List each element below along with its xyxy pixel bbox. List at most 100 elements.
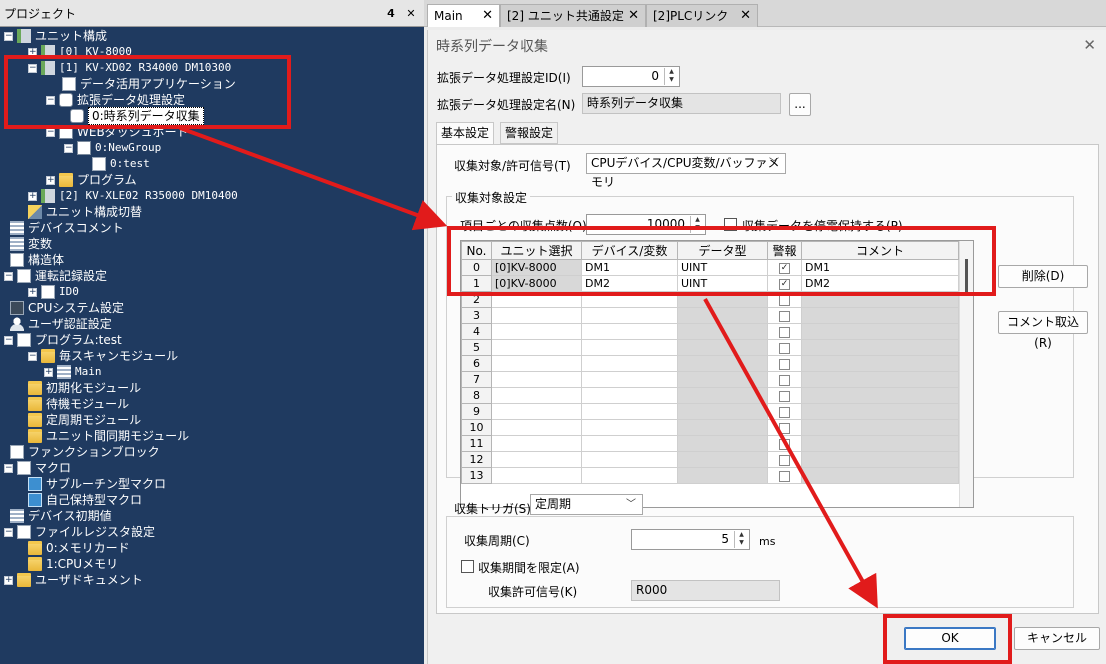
collapse-icon[interactable]: − [64, 143, 73, 153]
alarm-checkbox[interactable] [779, 422, 790, 434]
table-row[interactable]: 5... [461, 339, 973, 356]
alarm-checkbox[interactable] [779, 454, 790, 466]
expand-icon[interactable]: + [28, 191, 37, 201]
cell-comment[interactable] [801, 355, 959, 372]
cell-no[interactable]: 12 [461, 451, 492, 468]
count-input[interactable]: 10000 ▲ ▼ [586, 214, 706, 235]
tree-item[interactable]: 0:時系列データ収集 [70, 107, 204, 125]
table-row[interactable]: 3... [461, 307, 973, 324]
spin-updown-icon[interactable]: ▲ ▼ [664, 68, 678, 85]
cell-device[interactable] [581, 355, 678, 372]
collapse-icon[interactable]: − [4, 527, 13, 537]
cell-comment[interactable] [801, 371, 959, 388]
tree-item[interactable]: − プログラム:test [4, 332, 122, 348]
cell-alarm[interactable] [767, 451, 802, 468]
tree-item[interactable]: サブルーチン型マクロ [28, 476, 166, 492]
cell-type[interactable] [677, 387, 768, 404]
alarm-checkbox[interactable] [779, 406, 790, 418]
cell-comment[interactable] [801, 307, 959, 324]
cell-comment[interactable] [801, 291, 959, 308]
cell-no[interactable]: 10 [461, 419, 492, 436]
ok-button[interactable]: OK [904, 627, 996, 650]
cell-device[interactable] [581, 339, 678, 356]
tree-item[interactable]: ユニット構成切替 [28, 204, 142, 220]
tree-item[interactable]: データ活用アプリケーション [62, 76, 236, 92]
collapse-icon[interactable]: − [28, 63, 37, 73]
cell-type[interactable]: UINT [677, 275, 768, 292]
cell-unit[interactable] [491, 419, 582, 436]
cell-type[interactable] [677, 403, 768, 420]
cell-type[interactable] [677, 371, 768, 388]
cell-comment[interactable]: DM1 [801, 259, 959, 276]
cell-unit[interactable] [491, 307, 582, 324]
collapse-icon[interactable]: − [28, 351, 37, 361]
table-row[interactable]: 11... [461, 435, 973, 452]
tree-item[interactable]: 初期化モジュール [28, 380, 141, 396]
cell-device[interactable] [581, 403, 678, 420]
tree-item[interactable]: − マクロ [4, 460, 71, 476]
scrollbar-thumb[interactable] [965, 259, 968, 293]
table-row[interactable]: 0[0]KV-8000DM1UINT✓DM1... [461, 259, 973, 276]
cell-no[interactable]: 5 [461, 339, 492, 356]
alarm-checkbox[interactable] [779, 470, 790, 482]
cell-alarm[interactable]: ✓ [767, 275, 802, 292]
grid-scrollbar[interactable] [959, 241, 973, 507]
cell-alarm[interactable] [767, 435, 802, 452]
alarm-checkbox[interactable]: ✓ [779, 278, 790, 290]
cell-type[interactable] [677, 467, 768, 484]
cell-no[interactable]: 1 [461, 275, 492, 292]
alarm-checkbox[interactable] [779, 326, 790, 338]
cell-device[interactable] [581, 435, 678, 452]
cell-comment[interactable] [801, 403, 959, 420]
pin-icon[interactable]: 𝟰 [384, 7, 398, 20]
cell-no[interactable]: 3 [461, 307, 492, 324]
cell-alarm[interactable]: ✓ [767, 259, 802, 276]
tab-main-close-icon[interactable]: ✕ [482, 5, 493, 27]
cell-device[interactable] [581, 451, 678, 468]
table-row[interactable]: 12... [461, 451, 973, 468]
cell-type[interactable] [677, 435, 768, 452]
cell-unit[interactable] [491, 291, 582, 308]
table-row[interactable]: 8... [461, 387, 973, 404]
cell-comment[interactable] [801, 435, 959, 452]
expand-icon[interactable]: + [4, 575, 13, 585]
cell-alarm[interactable] [767, 371, 802, 388]
cell-no[interactable]: 11 [461, 435, 492, 452]
cell-type[interactable] [677, 339, 768, 356]
tree-item[interactable]: − [1] KV-XD02 R34000 DM10300 [28, 60, 231, 76]
cell-comment[interactable] [801, 467, 959, 484]
cell-device[interactable]: DM1 [581, 259, 678, 276]
browse-button[interactable]: ... [789, 93, 811, 116]
panel-close-icon[interactable]: ✕ [404, 7, 418, 20]
tree-item[interactable]: 1:CPUメモリ [28, 556, 118, 572]
table-row[interactable]: 10... [461, 419, 973, 436]
tree-item[interactable]: ファンクションブロック [10, 444, 160, 460]
cell-no[interactable]: 2 [461, 291, 492, 308]
tree-item[interactable]: 待機モジュール [28, 396, 129, 412]
cell-device[interactable] [581, 291, 678, 308]
tree-item[interactable]: − WEBダッシュボード [46, 124, 189, 140]
tree-item[interactable]: − ユニット構成 [4, 28, 107, 44]
setting-id-input[interactable]: 0 ▲ ▼ [582, 66, 680, 87]
tree-item[interactable]: デバイス初期値 [10, 508, 112, 524]
cell-no[interactable]: 7 [461, 371, 492, 388]
delete-button[interactable]: 削除(D) [998, 265, 1088, 288]
tree-item[interactable]: − 0:NewGroup [64, 140, 161, 156]
cell-device[interactable] [581, 307, 678, 324]
alarm-checkbox[interactable] [779, 358, 790, 370]
tree-item[interactable]: + プログラム [46, 172, 137, 188]
project-tree[interactable]: − ユニット構成 + [0] KV-8000 − [1] KV-XD02 R34000 D… [0, 27, 424, 664]
subtab-alarm[interactable]: 警報設定 [500, 122, 559, 144]
cell-device[interactable]: DM2 [581, 275, 678, 292]
cell-comment[interactable] [801, 323, 959, 340]
table-row[interactable]: 4... [461, 323, 973, 340]
cell-unit[interactable]: [0]KV-8000 [491, 259, 582, 276]
collapse-icon[interactable]: − [4, 271, 13, 281]
trigger-dropdown[interactable]: 定周期 ﹀ [530, 494, 643, 515]
tree-item[interactable]: − 毎スキャンモジュール [28, 348, 178, 364]
period-input[interactable]: 5 ▲ ▼ [631, 529, 750, 550]
cell-comment[interactable] [801, 339, 959, 356]
cell-alarm[interactable] [767, 355, 802, 372]
alarm-checkbox[interactable] [779, 390, 790, 402]
cell-unit[interactable] [491, 355, 582, 372]
